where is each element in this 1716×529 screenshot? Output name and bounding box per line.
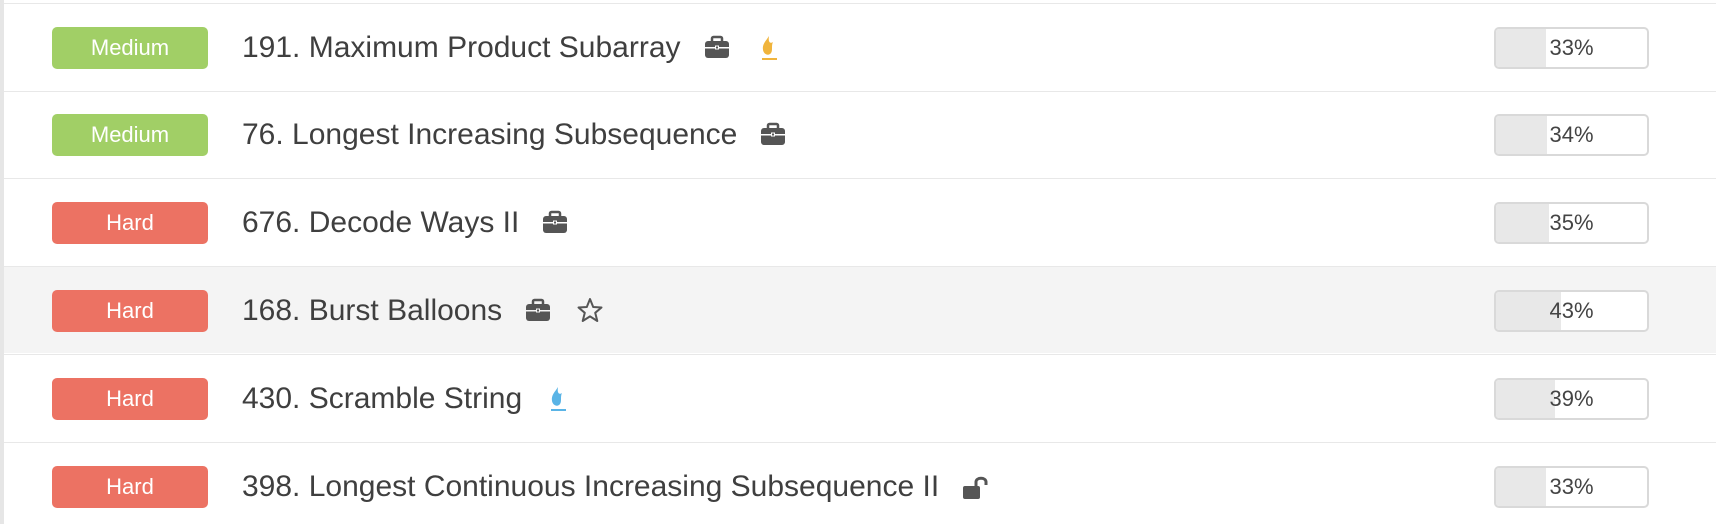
problem-title-text[interactable]: 168. Burst Balloons xyxy=(242,294,502,328)
acceptance-bar: 33% xyxy=(1494,27,1649,69)
table-row[interactable]: Medium 76. Longest Increasing Subsequenc… xyxy=(4,91,1716,178)
acceptance-rate: 34% xyxy=(1549,122,1594,147)
problem-title-text[interactable]: 191. Maximum Product Subarray xyxy=(242,31,681,65)
table-row[interactable]: Medium 191. Maximum Product Subarray 33% xyxy=(4,3,1716,90)
acceptance-rate: 43% xyxy=(1549,298,1594,323)
acceptance-bar: 33% xyxy=(1494,466,1649,508)
problem-title[interactable]: 191. Maximum Product Subarray xyxy=(242,26,785,70)
acceptance-rate: 39% xyxy=(1549,386,1594,411)
problem-list: Medium 191. Maximum Product Subarray 33%… xyxy=(0,0,1716,524)
acceptance-bar: 43% xyxy=(1494,290,1649,332)
problem-title[interactable]: 168. Burst Balloons xyxy=(242,289,606,333)
table-row[interactable]: Hard 168. Burst Balloons 43% xyxy=(4,266,1716,353)
problem-title-text[interactable]: 430. Scramble String xyxy=(242,382,522,416)
acceptance-bar: 35% xyxy=(1494,202,1649,244)
problem-title-text[interactable]: 76. Longest Increasing Subsequence xyxy=(242,118,737,152)
fire-icon xyxy=(542,383,574,415)
unlock-icon xyxy=(959,471,991,503)
problem-title-text[interactable]: 676. Decode Ways II xyxy=(242,206,519,240)
table-row[interactable]: Hard 430. Scramble String 39% xyxy=(4,354,1716,441)
problem-title[interactable]: 76. Longest Increasing Subsequence xyxy=(242,113,789,157)
difficulty-badge: Hard xyxy=(52,466,208,508)
difficulty-badge: Hard xyxy=(52,202,208,244)
acceptance-rate: 35% xyxy=(1549,210,1594,235)
acceptance-bar: 39% xyxy=(1494,378,1649,420)
table-row[interactable]: Hard 398. Longest Continuous Increasing … xyxy=(4,442,1716,529)
acceptance-rate: 33% xyxy=(1549,474,1594,499)
star-icon[interactable] xyxy=(574,295,606,327)
problem-title[interactable]: 398. Longest Continuous Increasing Subse… xyxy=(242,465,991,509)
problem-title[interactable]: 676. Decode Ways II xyxy=(242,201,571,245)
difficulty-badge: Medium xyxy=(52,114,208,156)
problem-title[interactable]: 430. Scramble String xyxy=(242,377,574,421)
acceptance-rate: 33% xyxy=(1549,35,1594,60)
briefcase-icon xyxy=(757,119,789,151)
difficulty-badge: Hard xyxy=(52,378,208,420)
briefcase-icon xyxy=(539,207,571,239)
acceptance-bar: 34% xyxy=(1494,114,1649,156)
fire-icon xyxy=(753,32,785,64)
briefcase-icon xyxy=(701,32,733,64)
table-row[interactable]: Hard 676. Decode Ways II 35% xyxy=(4,178,1716,265)
briefcase-icon xyxy=(522,295,554,327)
problem-title-text[interactable]: 398. Longest Continuous Increasing Subse… xyxy=(242,470,939,504)
difficulty-badge: Hard xyxy=(52,290,208,332)
difficulty-badge: Medium xyxy=(52,27,208,69)
